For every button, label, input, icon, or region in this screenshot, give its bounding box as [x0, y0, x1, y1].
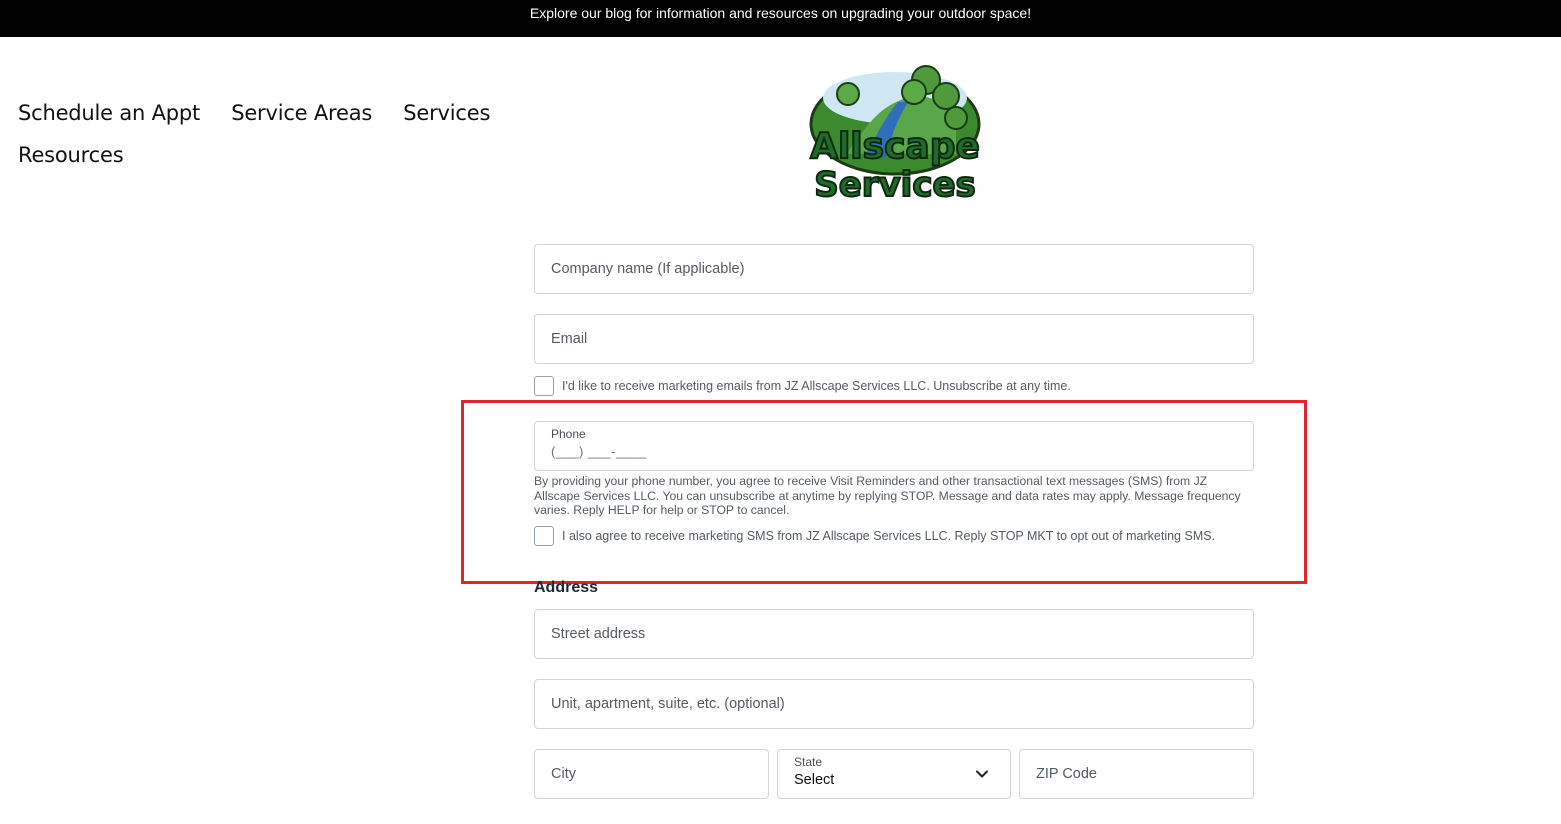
zip-code-placeholder: ZIP Code [1036, 766, 1097, 782]
email-placeholder: Email [551, 331, 588, 347]
street-address-input[interactable]: Street address [534, 609, 1254, 659]
city-placeholder: City [551, 766, 576, 782]
state-select[interactable]: State Select [777, 749, 1011, 799]
promo-banner-text[interactable]: Explore our blog for information and res… [530, 5, 1031, 21]
address-title: Address [534, 579, 599, 596]
unit-placeholder: Unit, apartment, suite, etc. (optional) [551, 696, 785, 712]
city-input[interactable]: City [534, 749, 769, 799]
allscape-logo[interactable]: Allscape Services [806, 58, 984, 206]
logo-graphic: Allscape Services [809, 65, 981, 206]
company-name-placeholder: Company name (If applicable) [551, 261, 745, 277]
nav-schedule-appt[interactable]: Schedule an Appt [18, 96, 200, 138]
email-optin-checkbox[interactable] [534, 376, 554, 396]
nav-service-areas[interactable]: Service Areas [231, 96, 372, 138]
state-value: Select [794, 772, 835, 788]
nav-resources[interactable]: Resources [18, 138, 124, 180]
nav-services[interactable]: Services [403, 96, 490, 138]
logo-text-line1: Allscape [810, 126, 980, 167]
email-optin-row: I'd like to receive marketing emails fro… [534, 376, 1071, 396]
email-input[interactable]: Email [534, 314, 1254, 364]
highlight-box [461, 400, 1307, 584]
logo-text-line2: Services [814, 165, 976, 205]
promo-banner: Explore our blog for information and res… [0, 0, 1561, 37]
unit-input[interactable]: Unit, apartment, suite, etc. (optional) [534, 679, 1254, 729]
email-optin-label[interactable]: I'd like to receive marketing emails fro… [562, 379, 1071, 393]
chevron-down-icon[interactable] [974, 766, 990, 782]
main-nav: Schedule an Appt Service Areas Services … [18, 96, 538, 180]
zip-code-input[interactable]: ZIP Code [1019, 749, 1254, 799]
company-name-input[interactable]: Company name (If applicable) [534, 244, 1254, 294]
street-address-placeholder: Street address [551, 626, 646, 642]
state-label: State [794, 755, 823, 769]
